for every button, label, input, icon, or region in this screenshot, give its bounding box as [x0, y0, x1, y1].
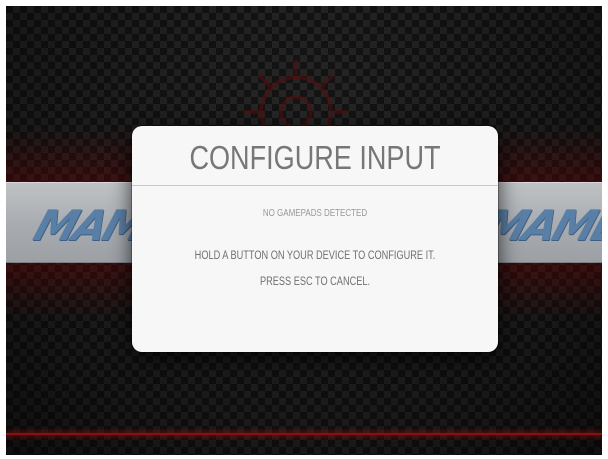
gamepad-status-text: NO GAMEPADS DETECTED — [262, 208, 368, 219]
dialog-title: CONFIGURE INPUT — [189, 139, 441, 176]
cancel-hint-text: PRESS ESC TO CANCEL. — [259, 276, 371, 288]
dialog-divider — [132, 185, 498, 186]
bottom-accent-line — [6, 433, 602, 435]
emulator-screen: MAME MAME CONFIGURE INPUT NO GAMEPADS DE… — [6, 6, 602, 455]
configure-input-dialog: CONFIGURE INPUT NO GAMEPADS DETECTED HOL… — [132, 126, 498, 352]
configure-instruction-text: HOLD A BUTTON ON YOUR DEVICE TO CONFIGUR… — [194, 250, 436, 262]
